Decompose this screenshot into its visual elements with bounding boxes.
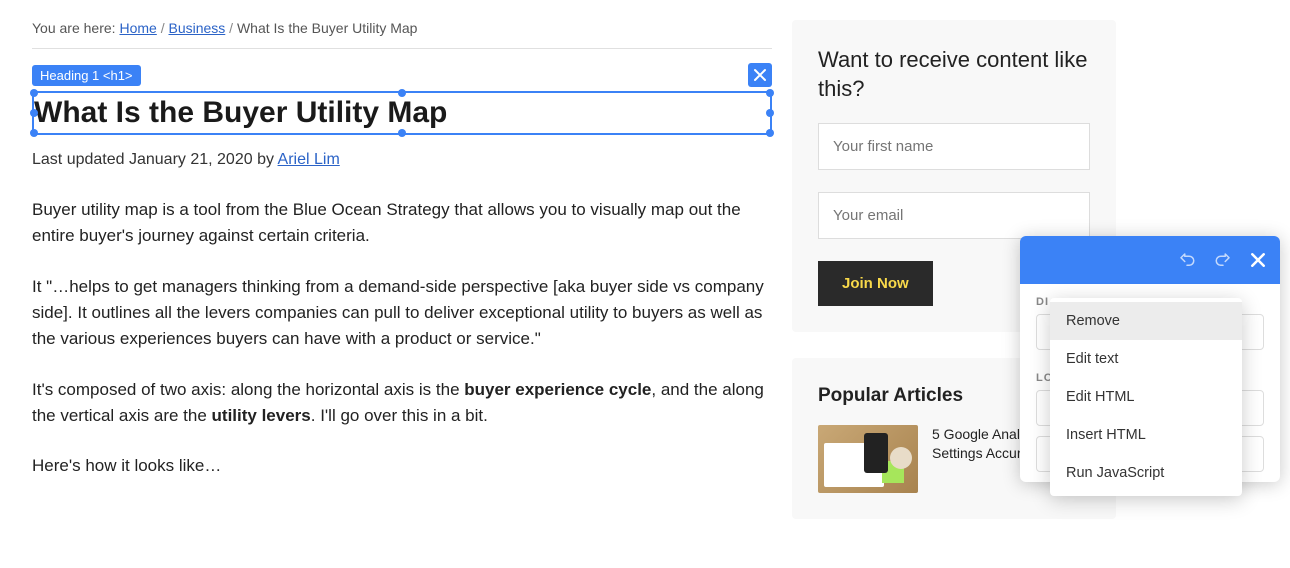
paragraph: Here's how it looks like… — [32, 453, 772, 479]
resize-handle[interactable] — [766, 109, 774, 117]
menu-item-insert-html[interactable]: Insert HTML — [1050, 416, 1242, 454]
article-meta: Last updated January 21, 2020 by Ariel L… — [32, 151, 772, 169]
close-icon — [1250, 252, 1266, 268]
breadcrumb: You are here: Home / Business / What Is … — [32, 20, 772, 36]
selected-element-wrap: Heading 1 <h1> What Is the Buyer Utility… — [32, 63, 772, 135]
breadcrumb-home-link[interactable]: Home — [119, 20, 156, 36]
menu-item-run-javascript[interactable]: Run JavaScript — [1050, 454, 1242, 492]
article-content: Buyer utility map is a tool from the Blu… — [32, 197, 772, 480]
resize-handle[interactable] — [30, 129, 38, 137]
breadcrumb-sep: / — [225, 20, 237, 36]
undo-button[interactable] — [1178, 251, 1196, 269]
editor-panel-header — [1020, 236, 1280, 284]
selection-box[interactable]: What Is the Buyer Utility Map — [32, 91, 772, 135]
popular-thumbnail — [818, 425, 918, 493]
menu-item-edit-text[interactable]: Edit text — [1050, 340, 1242, 378]
paragraph: It's composed of two axis: along the hor… — [32, 377, 772, 430]
undo-icon — [1178, 251, 1196, 269]
subscribe-title: Want to receive content like this? — [818, 46, 1090, 103]
meta-updated-prefix: Last updated — [32, 151, 129, 168]
divider — [32, 48, 772, 49]
meta-by: by — [253, 151, 278, 168]
selection-close-button[interactable] — [748, 63, 772, 87]
breadcrumb-current: What Is the Buyer Utility Map — [237, 20, 418, 36]
bold-text: buyer experience cycle — [464, 380, 651, 399]
join-now-button[interactable]: Join Now — [818, 261, 933, 306]
meta-author-link[interactable]: Ariel Lim — [278, 151, 340, 168]
bold-text: utility levers — [212, 406, 311, 425]
paragraph: Buyer utility map is a tool from the Blu… — [32, 197, 772, 250]
menu-item-edit-html[interactable]: Edit HTML — [1050, 378, 1242, 416]
close-icon — [753, 68, 767, 82]
resize-handle[interactable] — [398, 89, 406, 97]
resize-handle[interactable] — [766, 89, 774, 97]
panel-close-button[interactable] — [1250, 252, 1266, 268]
breadcrumb-prefix: You are here: — [32, 20, 119, 36]
meta-date: January 21, 2020 — [129, 151, 253, 168]
resize-handle[interactable] — [30, 109, 38, 117]
redo-icon — [1214, 251, 1232, 269]
context-menu: Remove Edit text Edit HTML Insert HTML R… — [1050, 298, 1242, 496]
breadcrumb-sep: / — [157, 20, 169, 36]
first-name-input[interactable] — [818, 123, 1090, 170]
breadcrumb-section-link[interactable]: Business — [168, 20, 225, 36]
page-title: What Is the Buyer Utility Map — [34, 95, 770, 131]
resize-handle[interactable] — [398, 129, 406, 137]
resize-handle[interactable] — [30, 89, 38, 97]
selection-tag-label[interactable]: Heading 1 <h1> — [32, 65, 141, 86]
email-input[interactable] — [818, 192, 1090, 239]
redo-button[interactable] — [1214, 251, 1232, 269]
paragraph: It "…helps to get managers thinking from… — [32, 274, 772, 353]
menu-item-remove[interactable]: Remove — [1050, 302, 1242, 340]
resize-handle[interactable] — [766, 129, 774, 137]
